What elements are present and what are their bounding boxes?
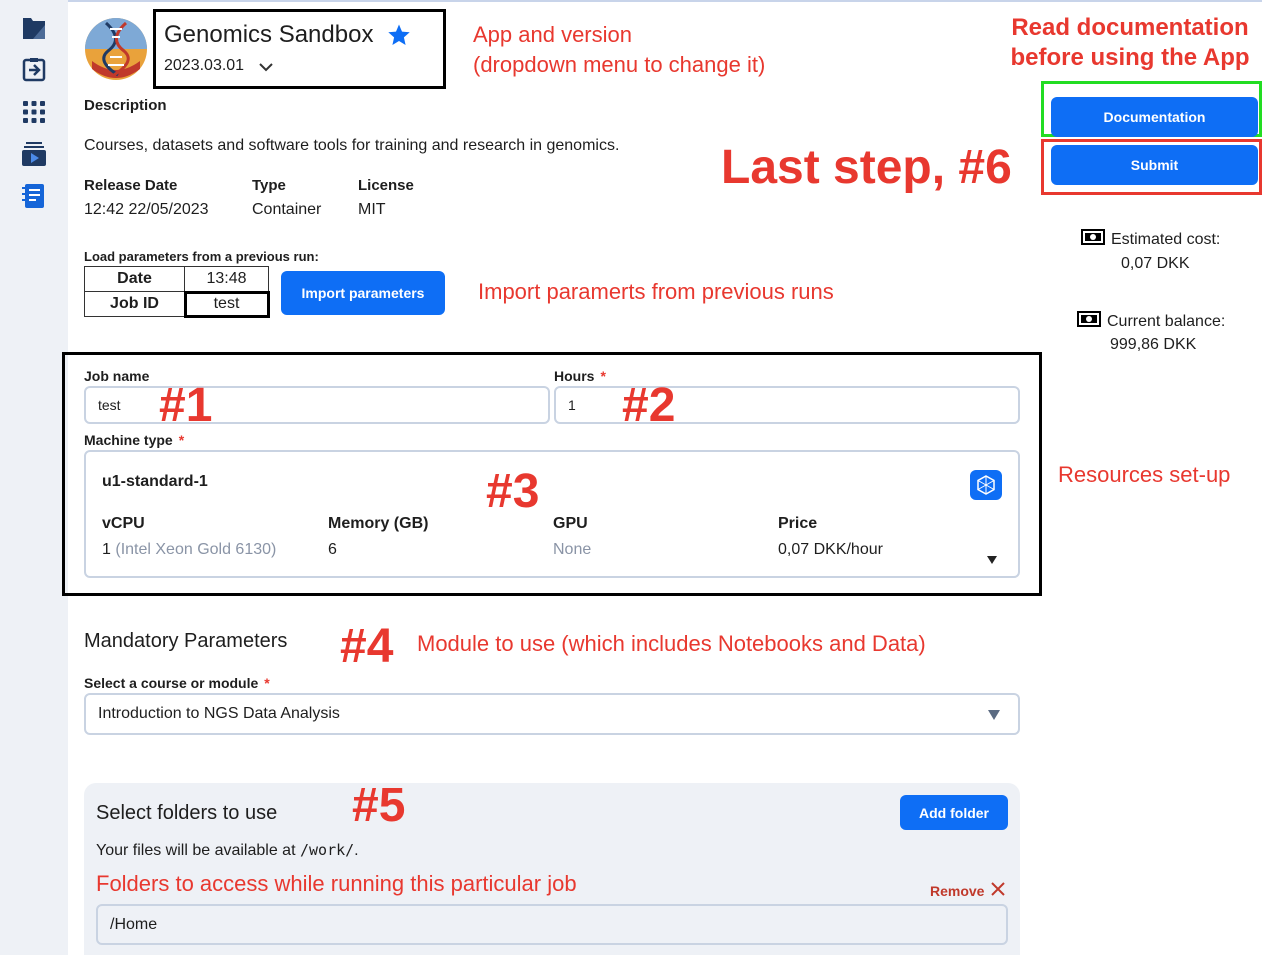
required-mark: *: [264, 675, 270, 691]
job-id-value: test: [183, 290, 270, 318]
vcpu-detail: (Intel Xeon Gold 6130): [115, 541, 277, 558]
required-mark: *: [178, 432, 185, 448]
job-name-label: Job name: [84, 368, 150, 384]
annotation-folders: Folders to access while running this par…: [96, 871, 577, 896]
memory-value: 6: [328, 541, 337, 558]
module-label: Select a course or module *: [84, 675, 270, 691]
description-heading: Description: [84, 97, 167, 114]
hours-label: Hours *: [554, 368, 606, 384]
vcpu-value: 1 (Intel Xeon Gold 6130): [102, 541, 276, 559]
description-text: Courses, datasets and software tools for…: [84, 137, 620, 154]
license-value: MIT: [358, 201, 386, 218]
release-date-label: Release Date: [84, 177, 178, 194]
top-border: [68, 0, 1262, 2]
folders-info-path: /work/: [299, 841, 355, 859]
remove-folder-button[interactable]: Remove: [930, 881, 1006, 900]
jobs-icon[interactable]: [21, 141, 47, 167]
submit-button[interactable]: Submit: [1051, 145, 1258, 185]
app-logo: [84, 17, 148, 81]
current-balance-row: Current balance:: [1077, 311, 1225, 332]
estimated-cost-value: 0,07 DKK: [1121, 255, 1190, 272]
machine-type-label: Machine type *: [84, 432, 184, 448]
annotation-n2: #2: [622, 379, 676, 432]
vcpu-label: vCPU: [102, 515, 145, 532]
annotation-line: (dropdown menu to change it): [473, 52, 766, 77]
chevron-down-icon[interactable]: [258, 59, 274, 75]
machine-name: u1-standard-1: [102, 473, 208, 490]
folders-heading: Select folders to use: [96, 802, 278, 824]
module-select[interactable]: Introduction to NGS Data Analysis: [84, 693, 1020, 735]
annotation-app-version: App and version (dropdown menu to change…: [473, 20, 765, 80]
remove-label: Remove: [930, 882, 985, 899]
annotation-line: before using the App: [1010, 44, 1250, 71]
import-parameters-button[interactable]: Import parameters: [281, 271, 445, 315]
annotation-line: Read documentation: [1011, 14, 1249, 41]
caret-down-icon[interactable]: [986, 552, 998, 570]
date-label: Date: [84, 266, 185, 292]
close-icon: [990, 881, 1006, 900]
gpu-label: GPU: [553, 515, 588, 532]
machine-type-label-text: Machine type: [84, 432, 173, 448]
estimated-cost-label: Estimated cost:: [1111, 230, 1221, 248]
annotation-n1: #1: [159, 379, 213, 432]
star-icon[interactable]: [387, 23, 411, 47]
files-icon[interactable]: [21, 16, 47, 42]
version-select[interactable]: 2023.03.01: [164, 57, 244, 75]
money-icon: [1077, 311, 1101, 332]
module-label-text: Select a course or module: [84, 675, 259, 691]
annotation-read-docs: Read documentation before using the App: [1010, 13, 1250, 73]
type-value: Container: [252, 201, 322, 218]
mandatory-heading: Mandatory Parameters: [84, 630, 288, 652]
previous-runs-table: Date 13:48 Job ID test: [84, 266, 270, 318]
annotation-import: Import paramerts from previous runs: [478, 279, 834, 304]
memory-label: Memory (GB): [328, 515, 429, 532]
price-value: 0,07 DKK/hour: [778, 541, 883, 558]
table-row[interactable]: Date 13:48: [84, 266, 269, 292]
annotation-resources: Resources set-up: [1058, 462, 1231, 487]
job-name-input[interactable]: test: [84, 386, 550, 424]
annotation-last-step: Last step, #6: [721, 141, 1012, 194]
notes-icon[interactable]: [21, 183, 47, 209]
machine-icon: [970, 470, 1002, 500]
hours-label-text: Hours: [554, 368, 595, 384]
documentation-button[interactable]: Documentation: [1051, 97, 1258, 137]
apps-grid-icon[interactable]: [21, 99, 47, 125]
sidebar: [0, 0, 68, 955]
annotation-module: Module to use (which includes Notebooks …: [417, 631, 926, 656]
current-balance-value: 999,86 DKK: [1110, 336, 1197, 353]
folders-info: Your files will be available at /work/.: [96, 841, 359, 860]
required-mark: *: [600, 368, 606, 384]
job-id-label: Job ID: [84, 291, 185, 317]
import-icon[interactable]: [21, 57, 47, 83]
caret-down-icon[interactable]: [987, 708, 1001, 726]
folders-info-suffix: .: [354, 842, 359, 859]
price-label: Price: [778, 515, 818, 532]
annotation-n4: #4: [340, 620, 394, 673]
money-icon: [1081, 229, 1105, 250]
date-value: 13:48: [184, 266, 269, 292]
machine-type-select[interactable]: u1-standard-1 vCPU 1 (Intel Xeon Gold 61…: [84, 450, 1020, 578]
annotation-n3: #3: [486, 465, 540, 518]
vcpu-count: 1: [102, 541, 111, 558]
add-folder-button[interactable]: Add folder: [900, 795, 1008, 830]
folder-path-input[interactable]: /Home: [96, 904, 1008, 945]
gpu-value: None: [553, 541, 592, 558]
folders-info-prefix: Your files will be available at: [96, 842, 296, 859]
annotation-line: App and version: [473, 22, 632, 47]
release-date-value: 12:42 22/05/2023: [84, 201, 209, 218]
type-label: Type: [252, 177, 286, 194]
current-balance-label: Current balance:: [1107, 312, 1226, 330]
license-label: License: [358, 177, 414, 194]
app-title: Genomics Sandbox: [164, 21, 374, 48]
load-params-heading: Load parameters from a previous run:: [84, 249, 319, 264]
table-row[interactable]: Job ID test: [84, 290, 270, 318]
module-select-value: Introduction to NGS Data Analysis: [98, 705, 340, 722]
estimated-cost-row: Estimated cost:: [1081, 229, 1220, 250]
annotation-n5: #5: [352, 779, 406, 832]
